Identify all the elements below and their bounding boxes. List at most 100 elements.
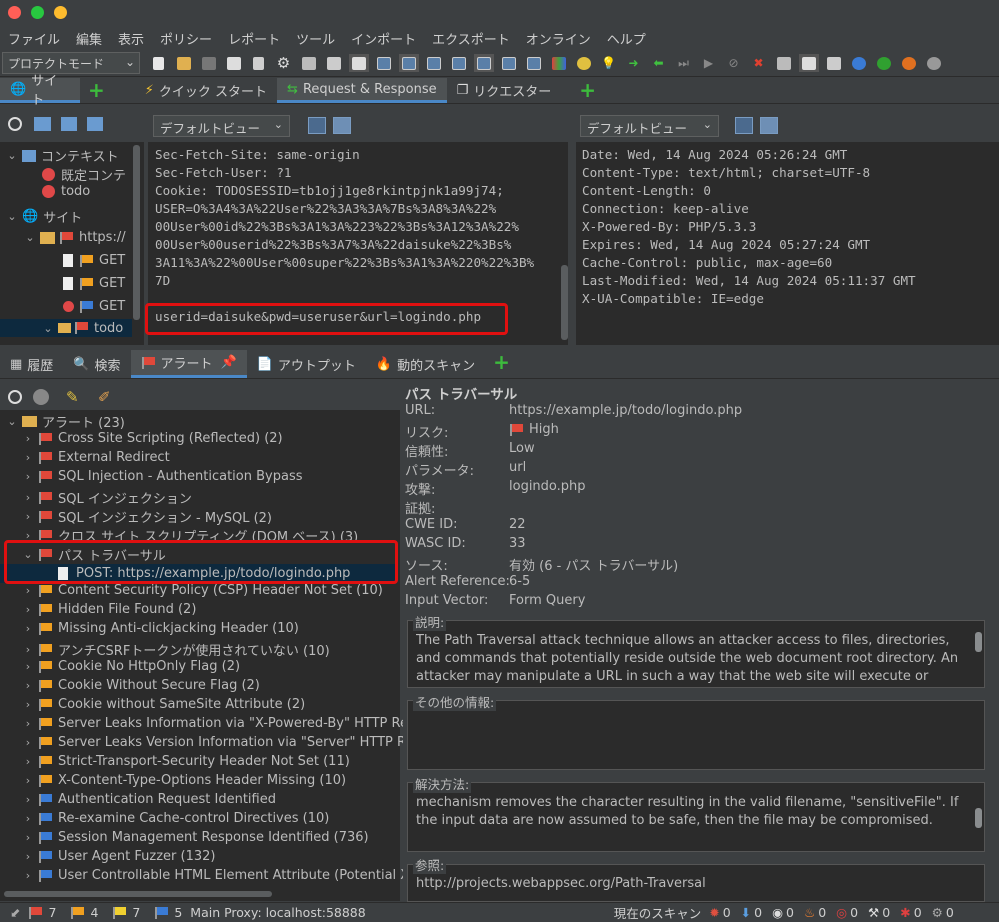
tree-https-site[interactable]: ⌄ https:// bbox=[24, 230, 125, 245]
play-icon[interactable]: ▶ bbox=[699, 54, 719, 72]
alert-category-row[interactable]: › Cross Site Scripting (Reflected) (2) bbox=[22, 431, 283, 446]
new-session-icon[interactable] bbox=[149, 54, 169, 72]
arrow-left-icon[interactable]: ⬅ bbox=[649, 54, 669, 72]
drop-icon[interactable]: ✖ bbox=[749, 54, 769, 72]
chevron-right-icon[interactable]: › bbox=[22, 660, 34, 673]
tabs-2-icon[interactable] bbox=[473, 54, 494, 72]
description-scrollbar[interactable] bbox=[975, 632, 982, 652]
chevron-right-icon[interactable]: › bbox=[22, 793, 34, 806]
alert-category-row[interactable]: › Session Management Response Identified … bbox=[22, 830, 369, 845]
minimize-window-button[interactable] bbox=[54, 6, 67, 19]
request-scrollbar[interactable] bbox=[561, 265, 568, 340]
single-view-icon[interactable] bbox=[760, 117, 778, 134]
layout-3-icon[interactable] bbox=[348, 54, 369, 72]
alert-category-row[interactable]: › Re-examine Cache-control Directives (10… bbox=[22, 811, 330, 826]
alert-category-row[interactable]: › アンチCSRFトークンが使用されていない (10) bbox=[22, 640, 330, 659]
chevron-right-icon[interactable]: › bbox=[22, 679, 34, 692]
options-gear-icon[interactable]: ⚙ bbox=[274, 54, 294, 72]
panel-bottom-icon[interactable] bbox=[398, 54, 419, 72]
add-tab-button-2[interactable]: + bbox=[571, 78, 604, 103]
tab-history[interactable]: ▦ 履歴 bbox=[0, 350, 63, 378]
session-properties-icon[interactable] bbox=[249, 54, 269, 72]
panel-left-icon[interactable] bbox=[374, 54, 394, 72]
chevron-right-icon[interactable]: › bbox=[22, 603, 34, 616]
menu-export[interactable]: エクスポート bbox=[432, 29, 510, 48]
chevron-right-icon[interactable]: › bbox=[22, 736, 34, 749]
tabs-3-icon[interactable] bbox=[499, 54, 519, 72]
alert-category-row[interactable]: › SQL Injection - Authentication Bypass bbox=[22, 469, 303, 484]
tree-contexts[interactable]: ⌄ コンテキスト bbox=[6, 146, 118, 165]
tabs-4-icon[interactable] bbox=[524, 54, 544, 72]
snapshot-icon[interactable] bbox=[224, 54, 244, 72]
alert-category-row[interactable]: › Cookie No HttpOnly Flag (2) bbox=[22, 659, 240, 674]
chevron-right-icon[interactable]: › bbox=[22, 812, 34, 825]
tab-quickstart[interactable]: ⚡ クイック スタート bbox=[135, 78, 277, 103]
add-bottom-tab-button[interactable]: + bbox=[485, 350, 518, 378]
chevron-right-icon[interactable]: › bbox=[22, 470, 34, 483]
alert-category-row[interactable]: › Missing Anti-clickjacking Header (10) bbox=[22, 621, 299, 636]
menu-import[interactable]: インポート bbox=[351, 29, 416, 48]
response-view-select[interactable]: デフォルトビュー ⌄ bbox=[580, 115, 719, 137]
target-icon[interactable] bbox=[8, 390, 22, 404]
tree-get-3[interactable]: GET bbox=[63, 299, 125, 314]
alert-category-row[interactable]: › Hidden File Found (2) bbox=[22, 602, 197, 617]
alert-category-row[interactable]: › X-Content-Type-Options Header Missing (… bbox=[22, 773, 346, 788]
alerts-root[interactable]: ⌄ アラート (23) bbox=[6, 412, 124, 431]
tree-get-2[interactable]: GET bbox=[63, 276, 125, 291]
chevron-right-icon[interactable]: › bbox=[22, 831, 34, 844]
alert-category-row[interactable]: › SQL インジェクション bbox=[22, 488, 192, 507]
broom-icon[interactable]: ✐ bbox=[98, 388, 111, 406]
layout-2-icon[interactable] bbox=[324, 54, 344, 72]
chevron-right-icon[interactable]: › bbox=[22, 755, 34, 768]
chevron-right-icon[interactable]: › bbox=[22, 510, 34, 523]
solution-scrollbar[interactable] bbox=[975, 808, 982, 828]
chevron-right-icon[interactable]: › bbox=[22, 774, 34, 787]
menu-online[interactable]: オンライン bbox=[526, 29, 591, 48]
sites-scrollbar[interactable] bbox=[133, 145, 140, 320]
tree-sites[interactable]: ⌄ 🌐 サイト bbox=[6, 207, 82, 226]
tab-requester[interactable]: ❐ リクエスター bbox=[447, 78, 562, 103]
mode-select[interactable]: プロテクトモード ⌄ bbox=[2, 52, 140, 74]
chevron-right-icon[interactable]: › bbox=[22, 584, 34, 597]
tree-todo-folder[interactable]: ⌄ todo bbox=[0, 319, 132, 337]
import-context-icon[interactable] bbox=[61, 117, 77, 131]
split-view-icon[interactable] bbox=[735, 117, 753, 134]
step-icon[interactable]: ⏭ bbox=[674, 54, 694, 72]
menu-view[interactable]: 表示 bbox=[118, 29, 144, 48]
status-green-icon[interactable] bbox=[874, 54, 894, 72]
save-session-icon[interactable] bbox=[199, 54, 219, 72]
tab-sites[interactable]: 🌐 サイト bbox=[0, 74, 80, 108]
settings-icon[interactable] bbox=[924, 54, 944, 72]
chevron-right-icon[interactable]: › bbox=[22, 432, 34, 445]
firefox-icon[interactable] bbox=[899, 54, 919, 72]
tab-request-response[interactable]: ⇆ Request & Response bbox=[277, 78, 447, 103]
menu-tools[interactable]: ツール bbox=[296, 29, 335, 48]
split-view-icon[interactable] bbox=[308, 117, 326, 134]
arrow-right-icon[interactable]: ➜ bbox=[624, 54, 644, 72]
tree-default-context[interactable]: 既定コンテ bbox=[42, 165, 126, 184]
alert-category-row[interactable]: › User Controllable HTML Element Attribut… bbox=[22, 868, 409, 883]
layout-icon[interactable] bbox=[299, 54, 319, 72]
request-view-select[interactable]: デフォルトビュー ⌄ bbox=[153, 115, 290, 137]
alert-category-row[interactable]: › Content Security Policy (CSP) Header No… bbox=[22, 583, 383, 598]
chevron-right-icon[interactable]: › bbox=[22, 717, 34, 730]
help-icon[interactable] bbox=[849, 54, 869, 72]
chevron-right-icon[interactable]: › bbox=[22, 698, 34, 711]
globe-filter-icon[interactable] bbox=[33, 389, 49, 405]
edit-pencil-icon[interactable]: ✎ bbox=[66, 388, 79, 406]
menu-file[interactable]: ファイル bbox=[8, 29, 60, 48]
tab-active-scan[interactable]: 🔥 動的スキャン bbox=[366, 350, 485, 378]
alert-category-row[interactable]: › Server Leaks Information via "X-Powered… bbox=[22, 716, 408, 731]
chevron-right-icon[interactable]: › bbox=[22, 491, 34, 504]
scan-policy-icon[interactable] bbox=[574, 54, 594, 72]
open-session-icon[interactable] bbox=[174, 54, 194, 72]
hud-icon[interactable] bbox=[798, 54, 819, 72]
alert-category-row[interactable]: › Server Leaks Version Information via "S… bbox=[22, 735, 414, 750]
console-icon[interactable] bbox=[824, 54, 844, 72]
new-context-icon[interactable] bbox=[34, 117, 51, 131]
alert-category-row[interactable]: › Authentication Request Identified bbox=[22, 792, 276, 807]
close-window-button[interactable] bbox=[8, 6, 21, 19]
tab-search[interactable]: 🔍 検索 bbox=[63, 350, 130, 378]
add-tab-button[interactable]: + bbox=[80, 78, 113, 103]
maximize-window-button[interactable] bbox=[31, 6, 44, 19]
